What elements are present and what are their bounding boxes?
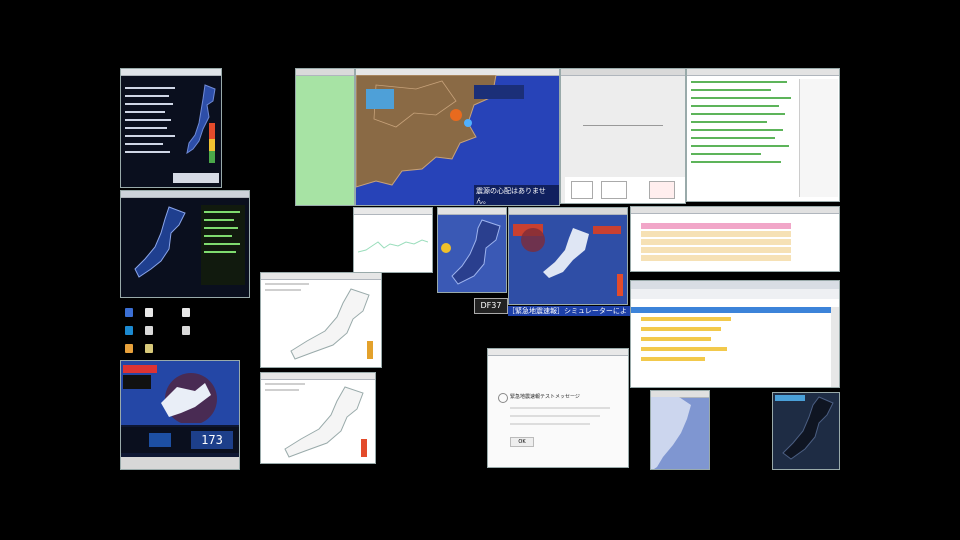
desktop-icon[interactable] [125, 308, 133, 317]
window-titlebar[interactable] [121, 69, 221, 76]
window-titlebar[interactable] [687, 69, 839, 76]
waveform-graph [358, 239, 428, 253]
window-titlebar[interactable] [561, 69, 685, 76]
side-list[interactable] [799, 79, 838, 197]
desktop-icon[interactable] [145, 308, 153, 317]
info-dialog[interactable]: 緊急地震速報テストメッセージ OK [487, 348, 629, 468]
graph-window[interactable] [353, 207, 433, 273]
japan-map-icon [186, 84, 216, 163]
japan-outline-map [134, 206, 186, 278]
table-window[interactable] [630, 206, 840, 272]
japan-white-map [290, 288, 373, 360]
japan-white-map [284, 386, 367, 458]
hokkaido-shape [161, 373, 217, 423]
desktop-icon[interactable] [182, 326, 190, 335]
file-list [641, 317, 751, 377]
eew-map-window[interactable] [508, 207, 628, 305]
dialog-title: 緊急地震速報テストメッセージ [510, 394, 580, 400]
tag-label: DF37 [474, 298, 508, 314]
desktop-icon[interactable] [182, 308, 190, 317]
desktop-icon[interactable] [145, 344, 153, 353]
header-row [631, 307, 839, 313]
kanto-map-window[interactable]: 震源の心配はありません。 [355, 68, 560, 206]
counter-panel: 173 [121, 427, 239, 453]
warning-map-window-1[interactable] [260, 272, 382, 368]
status-bar [173, 173, 219, 183]
ocean-map [121, 361, 239, 425]
coastline-map [651, 397, 691, 469]
control-panel [565, 177, 685, 203]
blue-map-window[interactable] [437, 207, 507, 293]
tab-bar[interactable] [631, 289, 839, 299]
honshu-map [441, 219, 501, 285]
window-titlebar[interactable] [488, 349, 628, 356]
counter-window[interactable]: 173 [120, 360, 240, 470]
log-window[interactable] [686, 68, 840, 202]
window-titlebar[interactable] [121, 191, 249, 198]
window-titlebar[interactable] [296, 69, 354, 76]
window-titlebar[interactable] [261, 373, 375, 380]
japan-dark-map [775, 395, 834, 460]
info-icon [498, 393, 508, 403]
table-row[interactable] [641, 247, 791, 253]
desktop-icon[interactable] [125, 326, 133, 335]
station-list [125, 87, 180, 167]
overlay-message: 震源の心配はありません。 [474, 185, 559, 205]
window-titlebar[interactable] [261, 273, 381, 280]
table-row[interactable] [641, 223, 791, 229]
list-browser-window[interactable] [630, 280, 840, 388]
footer-bar [121, 457, 239, 469]
epicenter-map-window[interactable] [772, 392, 840, 470]
green-panel-window[interactable] [295, 68, 355, 206]
desktop-icon[interactable] [125, 344, 133, 353]
scrollbar[interactable] [831, 307, 839, 387]
window-titlebar[interactable] [631, 207, 839, 214]
message-window[interactable] [560, 68, 686, 204]
seismic-list-window[interactable] [120, 68, 222, 188]
table-row[interactable] [641, 231, 791, 237]
ticker-bar: ［緊急地震速報］シミュレーターによるテスト [508, 306, 632, 316]
window-titlebar[interactable] [354, 208, 432, 215]
table-row[interactable] [641, 255, 791, 261]
event-log [201, 205, 245, 285]
desktop-icon[interactable] [145, 326, 153, 335]
table-row[interactable] [641, 239, 791, 245]
tsunami-map-window[interactable] [650, 390, 710, 470]
counter-value: 173 [191, 431, 233, 449]
warning-map-window-2[interactable] [260, 372, 376, 464]
ok-button[interactable]: OK [510, 437, 534, 447]
shindo-map-window[interactable] [120, 190, 250, 298]
log-lines [691, 81, 795, 171]
japan-region-map [513, 224, 623, 296]
